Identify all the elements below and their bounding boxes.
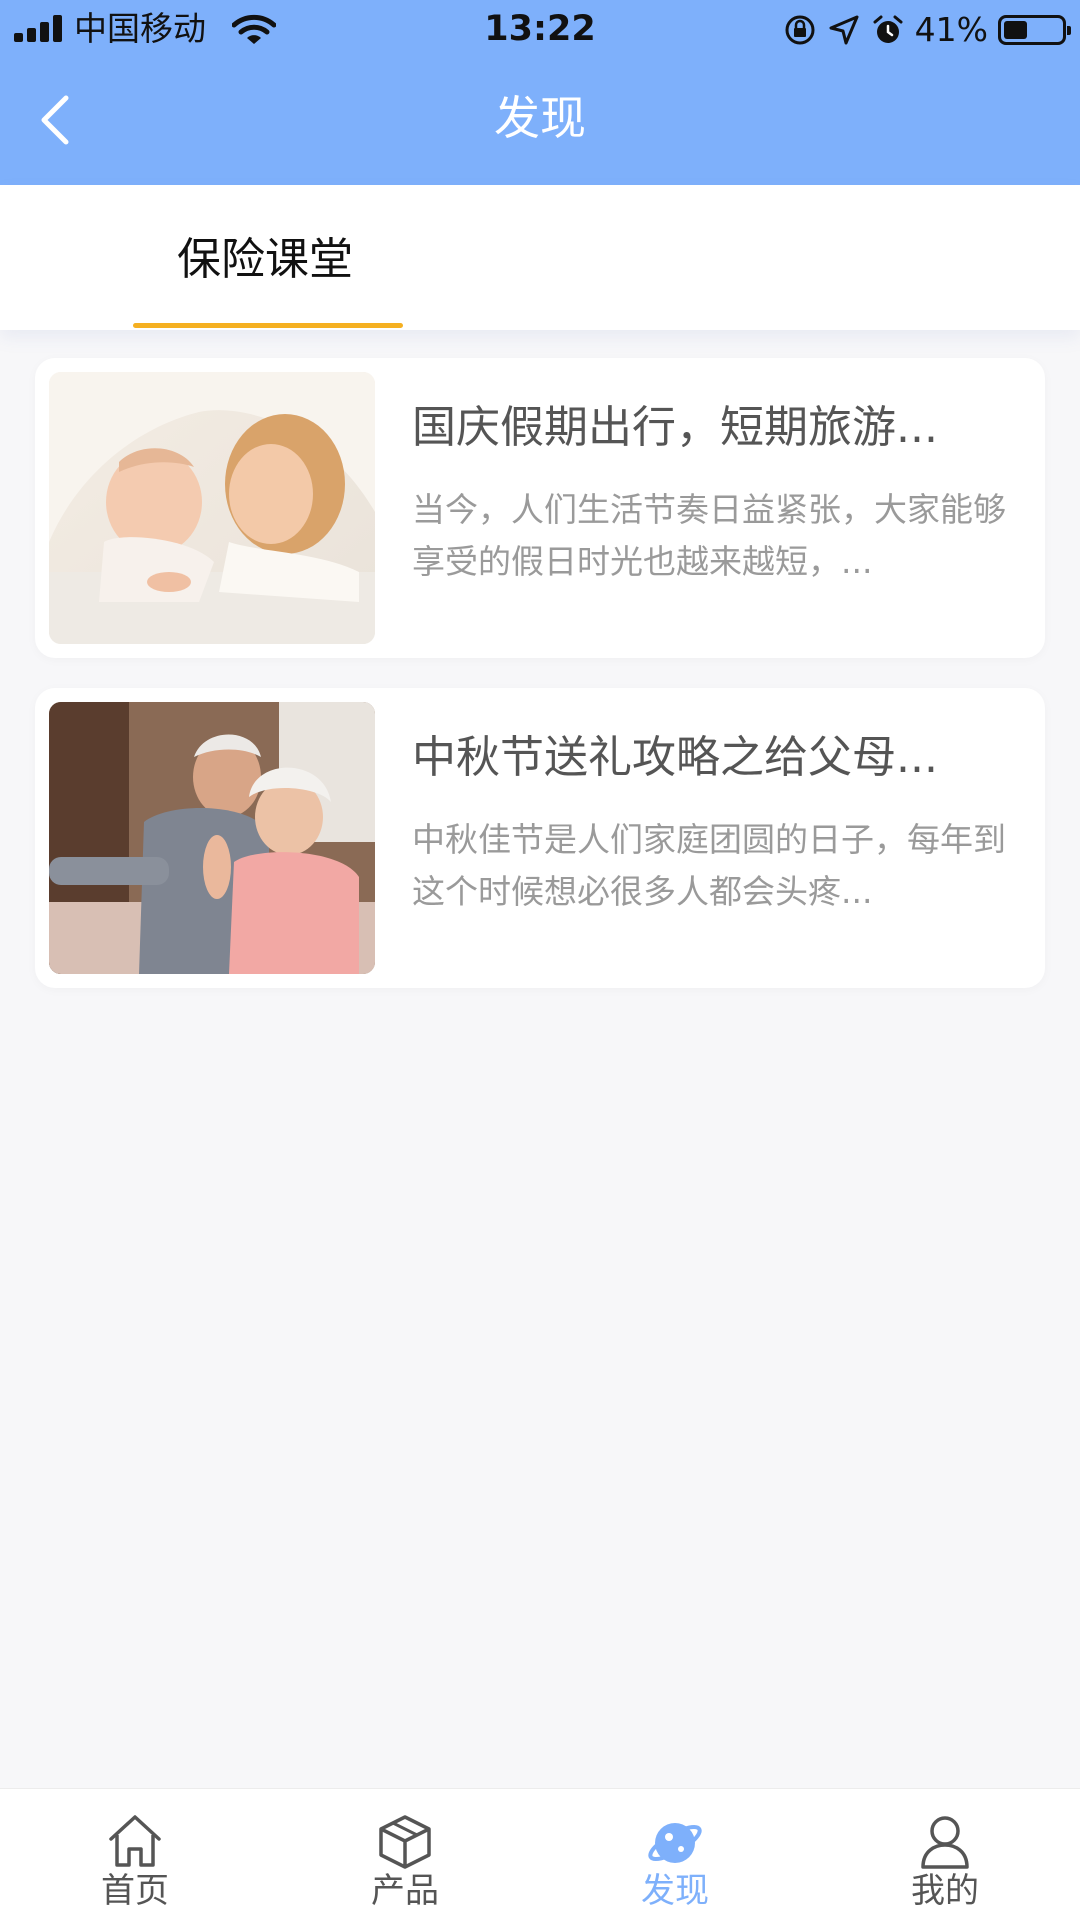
orientation-lock-icon [785,15,815,45]
battery-percent: 41% [914,10,988,49]
status-bar: 中国移动 13:22 41% [0,0,1080,60]
nav-products[interactable]: 产品 [270,1789,540,1920]
header: 中国移动 13:22 41% 发现 [0,0,1080,185]
article-title: 中秋节送礼攻略之给父母... [412,732,938,783]
nav-mine[interactable]: 我的 [810,1789,1080,1920]
article-list: 国庆假期出行，短期旅游... 当今，人们生活节奏日益紧张，大家能够享受的假日时光… [35,358,1045,1018]
user-icon [921,1816,969,1869]
article-thumbnail [49,372,375,644]
article-title: 国庆假期出行，短期旅游... [412,402,938,453]
article-thumbnail [49,702,375,974]
nav-discover[interactable]: 发现 [540,1789,810,1920]
discover-page: 中国移动 13:22 41% 发现 保险课堂 国庆假期出行，短期旅游... 当今… [0,0,1080,1920]
nav-label: 产品 [371,1871,439,1911]
location-icon [829,15,859,45]
nav-label: 我的 [911,1871,979,1911]
planet-icon [648,1823,702,1863]
article-description: 中秋佳节是人们家庭团圆的日子，每年到这个时候想必很多人都会头疼... [412,820,1006,911]
tab-active-indicator [133,323,403,328]
article-card[interactable]: 国庆假期出行，短期旅游... 当今，人们生活节奏日益紧张，大家能够享受的假日时光… [35,358,1045,658]
tab-insurance-class[interactable]: 保险课堂 [133,230,403,290]
article-card[interactable]: 中秋节送礼攻略之给父母... 中秋佳节是人们家庭团圆的日子，每年到这个时候想必很… [35,688,1045,988]
article-description: 当今，人们生活节奏日益紧张，大家能够享受的假日时光也越来越短，... [412,490,1006,581]
nav-label: 发现 [641,1871,709,1911]
home-icon [109,1815,161,1867]
alarm-icon [873,15,903,43]
bottom-nav: 首页 产品 发现 我的 [0,1788,1080,1920]
page-title: 发现 [494,91,586,145]
nav-label: 首页 [101,1871,169,1911]
tab-bar: 保险课堂 [0,185,1080,330]
box-icon [379,1815,431,1869]
nav-home[interactable]: 首页 [0,1789,270,1920]
battery-icon [998,15,1071,45]
